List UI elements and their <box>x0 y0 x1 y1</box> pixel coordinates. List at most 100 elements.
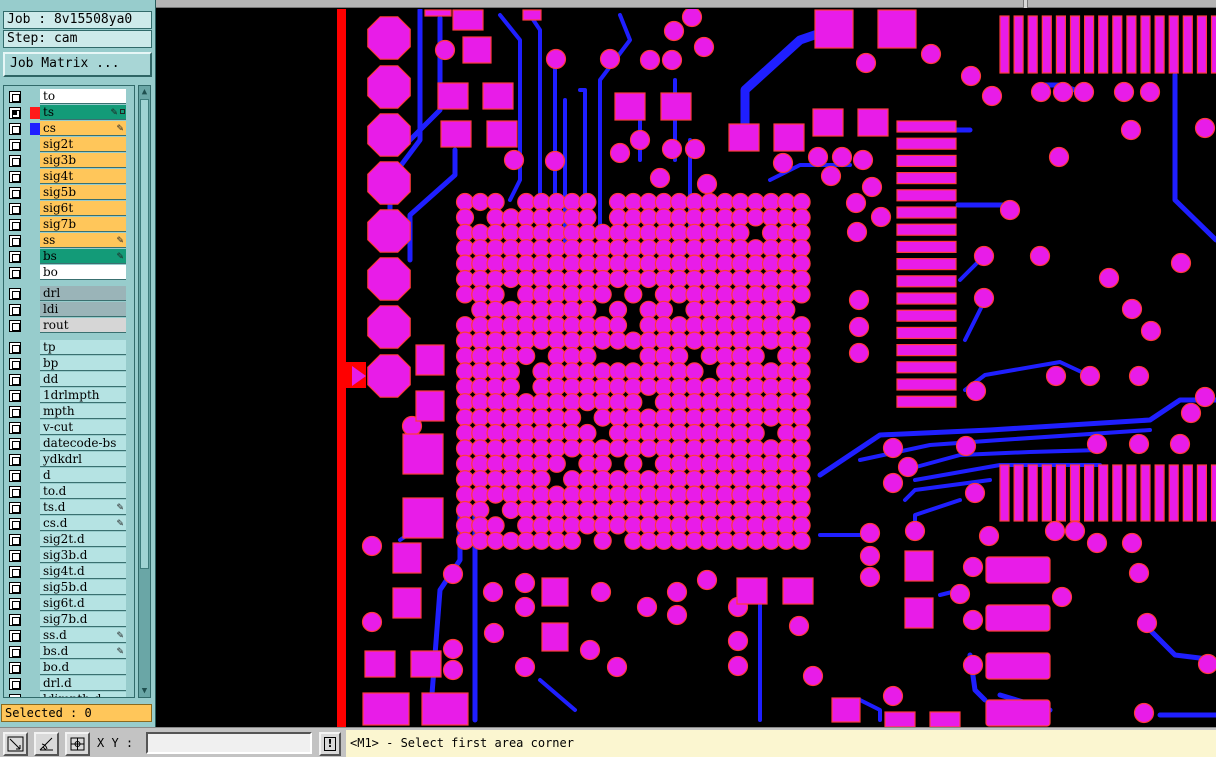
layer-checkbox[interactable] <box>9 454 21 466</box>
zoom-area-icon[interactable] <box>3 732 28 756</box>
layer-checkbox[interactable] <box>9 219 21 231</box>
layer-checkbox[interactable] <box>9 187 21 199</box>
layer-row-rout[interactable]: rout <box>6 318 132 334</box>
toolbar-splitter[interactable] <box>1023 0 1028 8</box>
layer-checkbox[interactable] <box>9 582 21 594</box>
layer-row-1drlmpth[interactable]: 1drlmpth <box>6 388 132 404</box>
layer-checkbox[interactable] <box>9 139 21 151</box>
layer-name[interactable]: drl.d <box>40 676 126 691</box>
layer-name[interactable]: sig4t.d <box>40 564 126 579</box>
layer-checkbox[interactable] <box>9 438 21 450</box>
layer-checkbox[interactable] <box>9 678 21 690</box>
layer-row-bo[interactable]: bo <box>6 265 132 281</box>
layer-checkbox[interactable] <box>9 694 21 698</box>
layer-row-v-cut[interactable]: v-cut <box>6 420 132 436</box>
layer-row-cs.d[interactable]: cs.d ✎ <box>6 516 132 532</box>
layer-name[interactable]: bp <box>40 356 126 371</box>
layer-checkbox[interactable] <box>9 422 21 434</box>
layer-row-sig4t[interactable]: sig4t <box>6 169 132 185</box>
layer-row-ts[interactable]: ts ✎ <box>6 105 132 121</box>
layer-name[interactable]: ldi <box>40 302 126 317</box>
layer-row-sig7b.d[interactable]: sig7b.d <box>6 612 132 628</box>
layer-name[interactable]: dd <box>40 372 126 387</box>
measure-icon[interactable] <box>34 732 59 756</box>
layer-name[interactable]: sig3b <box>40 153 126 168</box>
layer-name[interactable]: tp <box>40 340 126 355</box>
layer-row-sig7b[interactable]: sig7b <box>6 217 132 233</box>
layer-name[interactable]: cs.d ✎ <box>40 516 126 531</box>
layer-name[interactable]: d <box>40 468 126 483</box>
layer-row-to.d[interactable]: to.d <box>6 484 132 500</box>
layer-row-bp[interactable]: bp <box>6 356 132 372</box>
layer-name[interactable]: 1drlmpth <box>40 388 126 403</box>
layer-row-sig2t.d[interactable]: sig2t.d <box>6 532 132 548</box>
layer-name[interactable]: ss ✎ <box>40 233 126 248</box>
layer-row-to[interactable]: to <box>6 89 132 105</box>
layer-checkbox[interactable] <box>9 107 21 119</box>
layer-checkbox[interactable] <box>9 251 21 263</box>
layer-checkbox[interactable] <box>9 320 21 332</box>
layer-name[interactable]: sig7b <box>40 217 126 232</box>
layer-row-sig6t.d[interactable]: sig6t.d <box>6 596 132 612</box>
layer-name[interactable]: sig4t <box>40 169 126 184</box>
layer-checkbox[interactable] <box>9 304 21 316</box>
layer-checkbox[interactable] <box>9 662 21 674</box>
layer-name[interactable]: ts.d ✎ <box>40 500 126 515</box>
snap-grid-icon[interactable] <box>65 732 90 756</box>
layer-name[interactable]: datecode-bs <box>40 436 126 451</box>
layer-name[interactable]: to <box>40 89 126 104</box>
layer-name[interactable]: sig5b.d <box>40 580 126 595</box>
layer-name[interactable]: drl <box>40 286 126 301</box>
layer-checkbox[interactable] <box>9 91 21 103</box>
layer-name[interactable]: sig6t.d <box>40 596 126 611</box>
layer-name[interactable]: bs.d ✎ <box>40 644 126 659</box>
layer-row-dd[interactable]: dd <box>6 372 132 388</box>
layer-name[interactable]: mpth <box>40 404 126 419</box>
layer-name[interactable]: sig5b <box>40 185 126 200</box>
layer-name[interactable]: bo.d <box>40 660 126 675</box>
layer-checkbox[interactable] <box>9 155 21 167</box>
layer-row-tp[interactable]: tp <box>6 340 132 356</box>
layer-row-drl.d[interactable]: drl.d <box>6 676 132 692</box>
layer-row-ss.d[interactable]: ss.d ✎ <box>6 628 132 644</box>
layer-checkbox[interactable] <box>9 646 21 658</box>
layer-name[interactable]: ss.d ✎ <box>40 628 126 643</box>
layer-checkbox[interactable] <box>9 598 21 610</box>
layer-row-mpth[interactable]: mpth <box>6 404 132 420</box>
layer-name[interactable]: rout <box>40 318 126 333</box>
layer-name[interactable]: sig2t <box>40 137 126 152</box>
scroll-down-arrow-icon[interactable]: ▼ <box>139 685 150 697</box>
layer-row-cs[interactable]: cs ✎ <box>6 121 132 137</box>
layer-row-ldi[interactable]: ldi <box>6 302 132 318</box>
layer-checkbox[interactable] <box>9 171 21 183</box>
xy-coordinate-input[interactable] <box>146 732 312 754</box>
layer-row-d[interactable]: d <box>6 468 132 484</box>
layer-name[interactable]: sig2t.d <box>40 532 126 547</box>
layer-checkbox[interactable] <box>9 630 21 642</box>
layer-checkbox[interactable] <box>9 203 21 215</box>
layer-checkbox[interactable] <box>9 406 21 418</box>
layer-row-drl[interactable]: drl <box>6 286 132 302</box>
layer-list-scrollbar[interactable]: ▲ ▼ <box>138 85 151 698</box>
layer-name[interactable]: to.d <box>40 484 126 499</box>
layer-checkbox[interactable] <box>9 390 21 402</box>
layer-name[interactable]: v-cut <box>40 420 126 435</box>
layer-checkbox[interactable] <box>9 502 21 514</box>
layer-checkbox[interactable] <box>9 614 21 626</box>
layer-checkbox[interactable] <box>9 267 21 279</box>
layer-name[interactable]: bo <box>40 265 126 280</box>
layer-name[interactable]: ts ✎ <box>40 105 126 120</box>
layer-row-ts.d[interactable]: ts.d ✎ <box>6 500 132 516</box>
layer-row-sig3b[interactable]: sig3b <box>6 153 132 169</box>
scroll-up-arrow-icon[interactable]: ▲ <box>139 86 150 98</box>
pcb-graphics-canvas[interactable] <box>157 9 1216 727</box>
layer-name[interactable]: sig6t <box>40 201 126 216</box>
layer-row-sig5b.d[interactable]: sig5b.d <box>6 580 132 596</box>
layer-checkbox[interactable] <box>9 123 21 135</box>
job-matrix-button[interactable]: Job Matrix ... <box>3 52 152 77</box>
layer-row-ldimpth.d[interactable]: ldimpth.d <box>6 692 132 698</box>
layer-row-sig4t.d[interactable]: sig4t.d <box>6 564 132 580</box>
layer-row-bo.d[interactable]: bo.d <box>6 660 132 676</box>
scroll-thumb[interactable] <box>140 99 149 569</box>
layer-checkbox[interactable] <box>9 550 21 562</box>
